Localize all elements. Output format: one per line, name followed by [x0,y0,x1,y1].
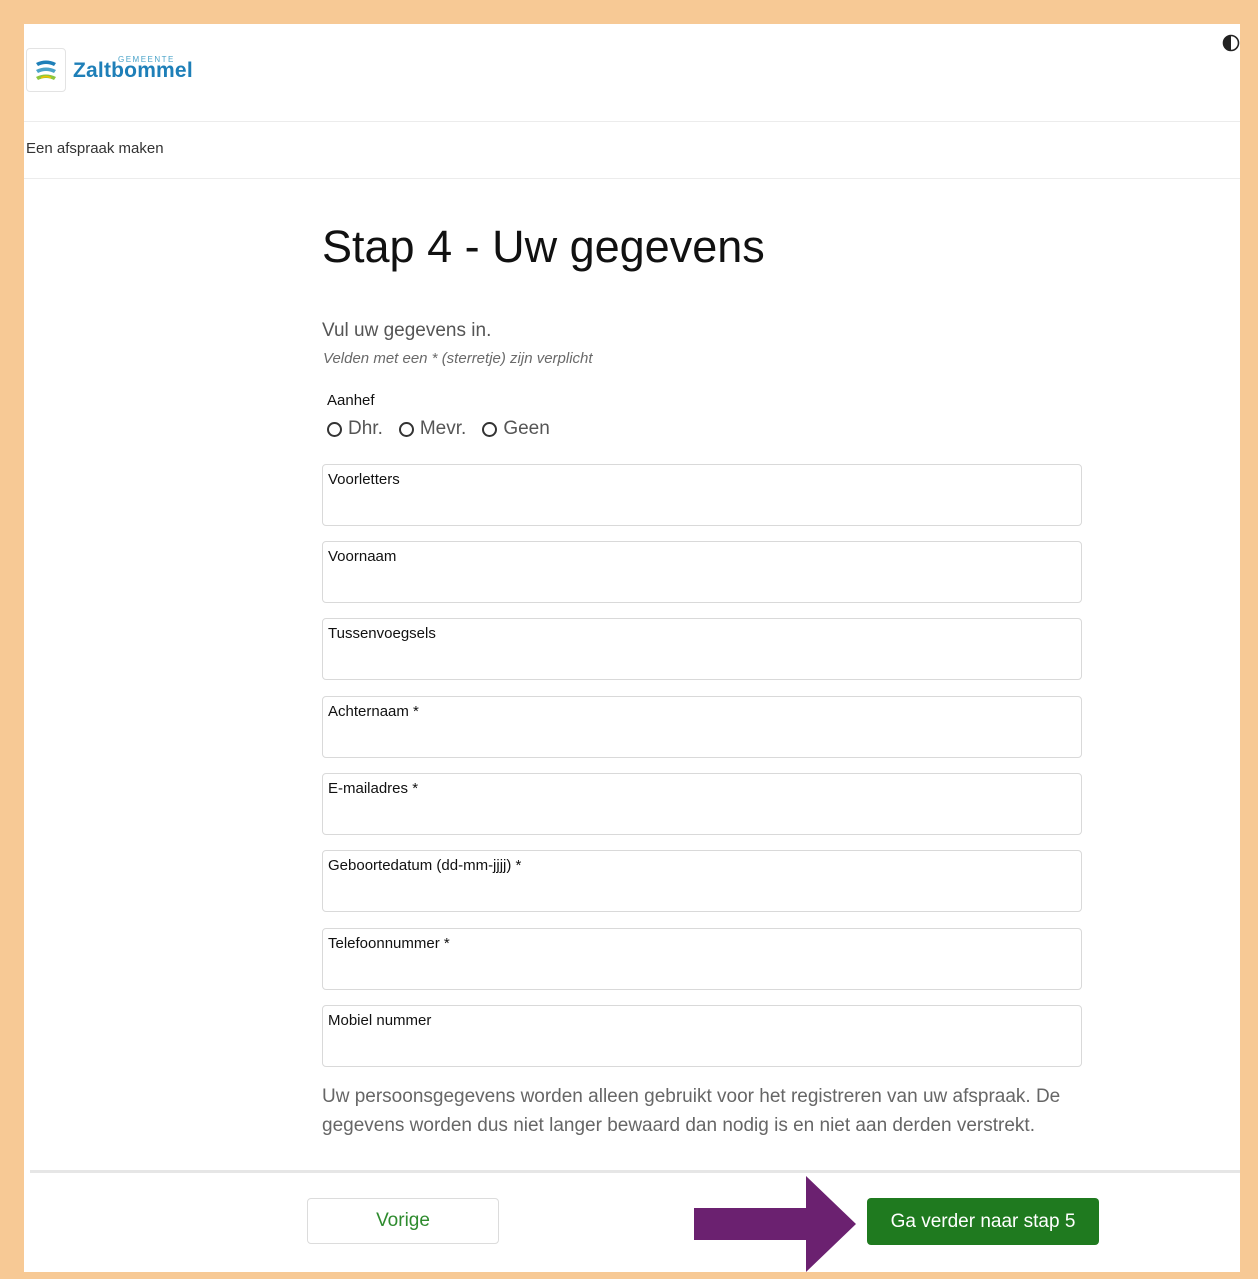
salutation-radio-group: Dhr. Mevr. Geen [327,418,566,440]
form-container: Stap 4 - Uw gegevens Vul uw gegevens in.… [322,221,1082,1136]
page-section-title: Een afspraak maken [26,140,164,157]
email-field[interactable]: E-mailadres * [322,773,1082,835]
last-name-field[interactable]: Achternaam * [322,696,1082,758]
municipality-logo[interactable]: GEMEENTE Zaltbommel [26,48,193,92]
field-label: Tussenvoegsels [328,625,436,642]
radio-option-geen[interactable]: Geen [482,418,550,440]
logo-text: GEMEENTE Zaltbommel [73,49,193,91]
mobile-field[interactable]: Mobiel nummer [322,1005,1082,1067]
next-step-button[interactable]: Ga verder naar stap 5 [867,1198,1099,1245]
subnav-bar: Een afspraak maken [24,122,1240,179]
contrast-icon[interactable] [1222,34,1240,52]
field-label: Achternaam * [328,703,419,720]
page-frame: GEMEENTE Zaltbommel Een afspraak maken S… [24,24,1240,1272]
salutation-label: Aanhef [327,392,375,409]
page-title: Stap 4 - Uw gegevens [322,221,765,272]
infix-field[interactable]: Tussenvoegsels [322,618,1082,680]
logo-mark-icon [26,48,66,92]
footer-divider [30,1170,1240,1173]
radio-label: Mevr. [419,418,467,439]
initials-field[interactable]: Voorletters [322,464,1082,526]
field-label: Geboortedatum (dd-mm-jjjj) * [328,857,522,874]
privacy-notice: Uw persoonsgegevens worden alleen gebrui… [322,1086,1061,1136]
radio-label: Geen [503,418,550,439]
radio-option-mevr[interactable]: Mevr. [398,418,467,440]
birthdate-field[interactable]: Geboortedatum (dd-mm-jjjj) * [322,850,1082,912]
field-label: E-mailadres * [328,780,419,797]
radio-circle-icon[interactable] [327,421,342,437]
phone-field[interactable]: Telefoonnummer * [322,928,1082,990]
radio-label: Dhr. [348,418,383,439]
right-arrow-annotation-icon [694,1176,856,1272]
field-label: Telefoonnummer * [328,935,450,952]
radio-circle-icon[interactable] [482,421,498,437]
intro-text: Vul uw gegevens in. [322,320,492,341]
radio-option-dhr[interactable]: Dhr. [327,418,383,440]
radio-circle-icon[interactable] [398,421,414,437]
field-label: Voornaam [328,548,397,565]
first-name-field[interactable]: Voornaam [322,541,1082,603]
required-fields-note: Velden met een * (sterretje) zijn verpli… [323,350,593,367]
logo-name: Zaltbommel [73,59,193,82]
site-header: GEMEENTE Zaltbommel [24,24,1240,122]
field-label: Voorletters [328,471,400,488]
field-label: Mobiel nummer [328,1012,432,1029]
previous-button[interactable]: Vorige [307,1198,499,1244]
